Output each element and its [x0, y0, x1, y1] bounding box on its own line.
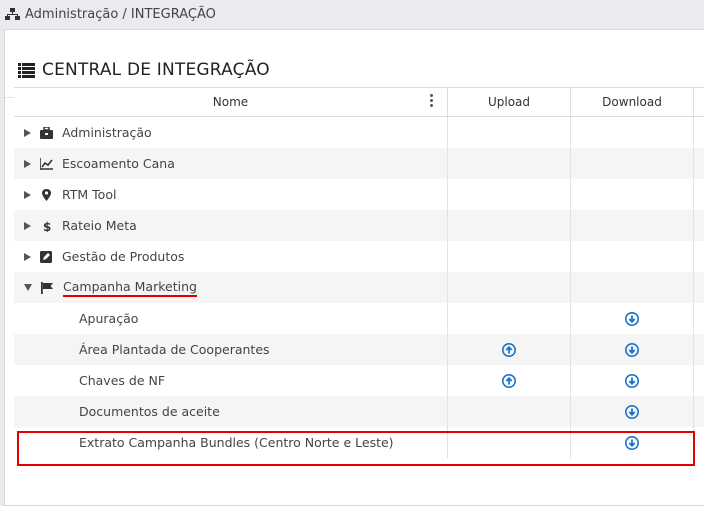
integration-grid: Nome Upload Download Administração Escoa… — [14, 87, 704, 458]
caret-right-icon[interactable] — [24, 128, 31, 137]
tree-row-escoamento-cana[interactable]: Escoamento Cana — [14, 148, 704, 179]
download-icon[interactable] — [625, 342, 639, 357]
download-icon[interactable] — [625, 311, 639, 326]
file-row-label: Extrato Campanha Bundles (Centro Norte e… — [79, 435, 394, 450]
file-row-documentos-aceite[interactable]: Documentos de aceite — [14, 396, 704, 427]
list-icon — [18, 62, 35, 78]
file-row-label: Apuração — [79, 311, 139, 326]
tree-row-campanha-marketing[interactable]: Campanha Marketing — [14, 272, 704, 303]
header-download-label: Download — [602, 95, 662, 109]
caret-down-icon[interactable] — [24, 284, 32, 291]
line-chart-icon — [40, 157, 53, 170]
file-row-chaves-nf[interactable]: Chaves de NF — [14, 365, 704, 396]
caret-right-icon[interactable] — [24, 159, 31, 168]
tree-row-label: Administração — [62, 125, 152, 140]
edit-icon — [40, 250, 52, 263]
flag-icon — [41, 281, 53, 294]
tree-row-rtm-tool[interactable]: RTM Tool — [14, 179, 704, 210]
page-title-text: CENTRAL DE INTEGRAÇÃO — [42, 60, 270, 80]
tree-row-label: RTM Tool — [62, 187, 117, 202]
upload-icon[interactable] — [502, 373, 516, 388]
tree-row-label: Gestão de Produtos — [62, 249, 185, 264]
tree-row-rateio-meta[interactable]: $ Rateio Meta — [14, 210, 704, 241]
page-title: CENTRAL DE INTEGRAÇÃO — [18, 60, 270, 80]
file-row-apuracao[interactable]: Apuração — [14, 303, 704, 334]
tree-row-administracao[interactable]: Administração — [14, 117, 704, 148]
dollar-icon: $ — [43, 220, 51, 232]
header-download[interactable]: Download — [571, 88, 694, 116]
header-name[interactable]: Nome — [14, 88, 448, 116]
map-marker-icon — [42, 188, 51, 201]
column-menu-icon[interactable] — [430, 94, 433, 108]
file-row-label: Chaves de NF — [79, 373, 166, 388]
caret-right-icon[interactable] — [24, 190, 31, 199]
header-upload[interactable]: Upload — [448, 88, 571, 116]
header-name-label: Nome — [212, 95, 249, 109]
svg-text:$: $ — [43, 220, 51, 232]
tree-row-gestao-produtos[interactable]: Gestão de Produtos — [14, 241, 704, 272]
sitemap-icon — [5, 8, 20, 20]
grid-header: Nome Upload Download — [14, 87, 704, 117]
briefcase-icon — [40, 126, 53, 139]
download-icon[interactable] — [625, 435, 639, 450]
header-upload-label: Upload — [487, 95, 531, 109]
breadcrumb-text: Administração / INTEGRAÇÃO — [25, 6, 216, 22]
tree-row-label: Campanha Marketing — [63, 279, 197, 297]
tree-row-label: Rateio Meta — [62, 218, 137, 233]
download-icon[interactable] — [625, 373, 639, 388]
file-row-label: Área Plantada de Cooperantes — [79, 342, 270, 357]
file-row-label: Documentos de aceite — [79, 404, 220, 419]
tree-row-label: Escoamento Cana — [62, 156, 175, 171]
file-row-area-plantada[interactable]: Área Plantada de Cooperantes — [14, 334, 704, 365]
caret-right-icon[interactable] — [24, 252, 31, 261]
header-extra — [694, 88, 704, 116]
file-row-extrato-campanha[interactable]: Extrato Campanha Bundles (Centro Norte e… — [14, 427, 704, 458]
breadcrumb: Administração / INTEGRAÇÃO — [0, 0, 704, 28]
caret-right-icon[interactable] — [24, 221, 31, 230]
upload-icon[interactable] — [502, 342, 516, 357]
download-icon[interactable] — [625, 404, 639, 419]
